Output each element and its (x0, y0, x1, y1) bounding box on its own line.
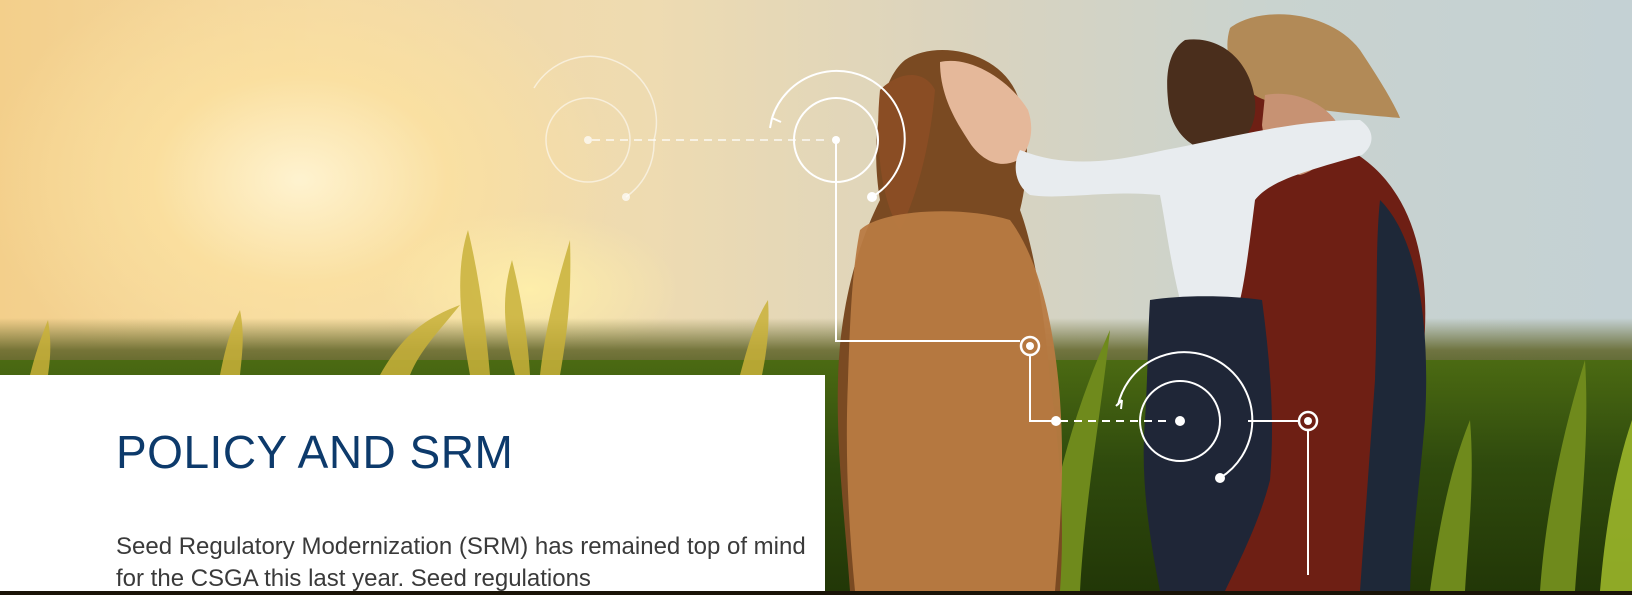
section-body: Seed Regulatory Modernization (SRM) has … (116, 533, 806, 592)
policy-text-panel: POLICY AND SRM Seed Regulatory Moderniza… (0, 375, 825, 592)
section-title: POLICY AND SRM (116, 426, 514, 478)
